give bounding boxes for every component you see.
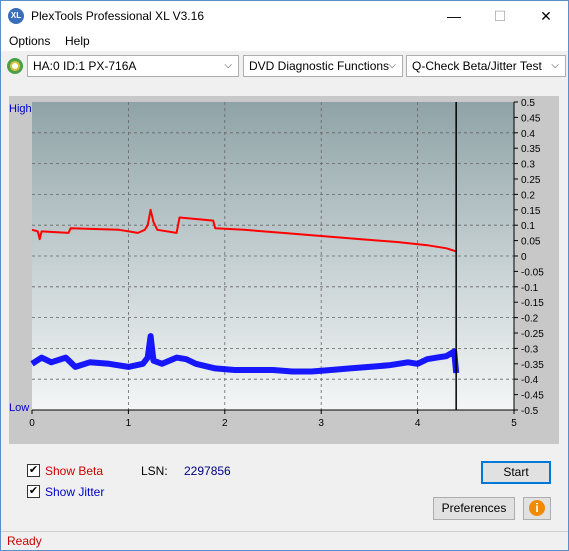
start-button[interactable]: Start [481,461,551,484]
minimize-button[interactable]: — [431,1,477,31]
x-tick-label: 3 [318,418,324,429]
drive-select[interactable]: HA:0 ID:1 PX-716A ⌵ [27,55,239,77]
beta-jitter-chart: 012345 0.5 0.45 0.4 0.35 0.3 0.25 0.2 0.15 0.1 0.… [9,96,559,444]
chart-canvas: 012345 0.50.450.40.350.30.250.20.150.10.… [9,98,544,429]
y-tick-label: -0.4 [521,375,539,386]
y-tick-label: -0.45 [521,391,544,402]
y-tick-label: 0.1 [521,221,535,232]
x-axis-ticks: 0 1 2 3 4 5 [29,409,517,429]
toolbar: HA:0 ID:1 PX-716A ⌵ DVD Diagnostic Funct… [1,53,568,79]
high-label: High [9,103,32,115]
y-tick-label: 0.05 [521,237,541,248]
x-tick-label: 4 [415,418,421,429]
show-beta-checkbox[interactable]: ✔ [27,464,40,477]
test-select[interactable]: Q-Check Beta/Jitter Test ⌵ [406,55,566,77]
menu-bar: Options Help [1,31,568,51]
disc-drive-icon [7,58,23,74]
function-select[interactable]: DVD Diagnostic Functions ⌵ [243,55,403,77]
minimize-icon: — [447,8,461,24]
chevron-down-icon: ⌵ [388,60,396,71]
y-tick-label: 0.35 [521,144,541,155]
chevron-down-icon: ⌵ [224,60,232,71]
y-tick-label: 0.5 [521,98,535,109]
preferences-button[interactable]: Preferences [433,497,515,520]
close-button[interactable]: ✕ [523,1,569,31]
y-tick-label: -0.25 [521,329,544,340]
y-tick-label: 0.15 [521,206,541,217]
y-tick-label: -0.1 [521,283,539,294]
drive-select-value: HA:0 ID:1 PX-716A [33,59,137,73]
x-tick-label: 0 [29,418,35,429]
x-tick-label: 5 [511,418,517,429]
status-bar: Ready [1,531,568,550]
menu-options[interactable]: Options [9,34,50,48]
y-tick-label: -0.5 [521,406,539,417]
close-icon: ✕ [540,8,552,24]
y-tick-label: 0.4 [521,129,535,140]
title-bar: XL PlexTools Professional XL V3.16 — ☐ ✕ [1,1,568,31]
y-tick-label: -0.35 [521,360,544,371]
chevron-down-icon: ⌵ [551,60,559,71]
options-panel: ✔ Show Beta ✔ Show Jitter LSN: 2297856 S… [9,452,559,526]
lsn-value: 2297856 [184,464,231,478]
app-window: XL PlexTools Professional XL V3.16 — ☐ ✕… [0,0,569,551]
maximize-icon: ☐ [493,8,507,24]
y-tick-label: -0.3 [521,344,539,355]
menu-help[interactable]: Help [65,34,90,48]
y-tick-label: 0.25 [521,175,541,186]
show-beta-label[interactable]: Show Beta [45,464,103,478]
y-tick-label: -0.05 [521,267,544,278]
low-label: Low [9,402,29,414]
function-select-value: DVD Diagnostic Functions [249,59,390,73]
info-button[interactable]: i [523,497,551,520]
y-tick-label: 0 [521,252,527,263]
right-axis-ticks: 0.5 0.45 0.4 0.35 0.3 0.25 0.2 0.15 0.1 0.05 0 -0.0… [513,98,544,417]
test-select-value: Q-Check Beta/Jitter Test [412,59,542,73]
x-tick-label: 1 [126,418,132,429]
y-tick-label: -0.15 [521,298,544,309]
status-text: Ready [7,534,42,548]
y-tick-label: 0.45 [521,113,541,124]
x-tick-label: 2 [222,418,228,429]
lsn-label: LSN: [141,464,168,478]
checkmark-icon: ✔ [28,464,39,476]
info-icon: i [529,500,545,516]
window-title: PlexTools Professional XL V3.16 [31,9,204,23]
plextools-app-icon: XL [8,8,24,24]
checkmark-icon: ✔ [28,485,39,497]
y-tick-label: 0.2 [521,190,535,201]
show-jitter-label[interactable]: Show Jitter [45,485,104,499]
maximize-button: ☐ [477,1,523,31]
y-tick-label: 0.3 [521,160,535,171]
show-jitter-checkbox[interactable]: ✔ [27,485,40,498]
y-tick-label: -0.2 [521,314,539,325]
